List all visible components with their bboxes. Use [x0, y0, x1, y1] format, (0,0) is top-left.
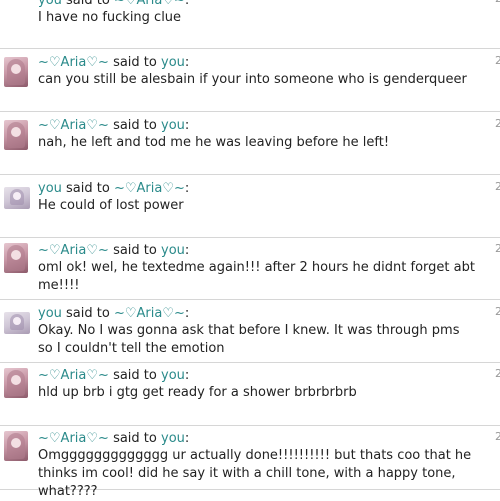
message-header: you said to ~♡Aria♡~: [38, 0, 189, 9]
colon: : [184, 118, 190, 133]
avatar[interactable] [4, 120, 28, 150]
message-text: oml ok! wel, he textedme again!!! after … [38, 260, 475, 293]
said-to-label: said to [113, 118, 157, 133]
message-item: ~♡Aria♡~ said to you: 2 can you still be… [0, 49, 500, 112]
recipient-name[interactable]: you [161, 431, 185, 446]
avatar[interactable] [4, 57, 28, 87]
recipient-name[interactable]: ~♡Aria♡~ [114, 306, 185, 321]
said-to-label: said to [66, 0, 110, 8]
message-header: ~♡Aria♡~ said to you: [38, 54, 189, 71]
avatar[interactable] [4, 187, 30, 209]
sender-name[interactable]: ~♡Aria♡~ [38, 368, 109, 383]
message-text: He could of lost power [38, 198, 184, 213]
avatar-face [11, 438, 21, 448]
message-item: you said to ~♡Aria♡~: 2 I have no fuckin… [0, 0, 500, 49]
message-header: ~♡Aria♡~ said to you: [38, 242, 189, 259]
message-item: ~♡Aria♡~ said to you: 2 hld up brb i gtg… [0, 363, 500, 426]
message-header: ~♡Aria♡~ said to you: [38, 117, 189, 134]
colon: : [184, 181, 190, 196]
message-item: you said to ~♡Aria♡~: 2 Okay. No I was g… [0, 300, 500, 363]
message-item: ~♡Aria♡~ said to you: 2 Omggggggggggggg … [0, 426, 500, 499]
said-to-label: said to [66, 306, 110, 321]
message-text: Okay. No I was gonna ask that before I k… [38, 323, 460, 356]
message-header: you said to ~♡Aria♡~: [38, 180, 189, 197]
message-header: ~♡Aria♡~ said to you: [38, 367, 189, 384]
recipient-name[interactable]: ~♡Aria♡~ [114, 0, 185, 8]
recipient-name[interactable]: you [161, 368, 185, 383]
avatar-face [11, 375, 21, 385]
sender-name[interactable]: ~♡Aria♡~ [38, 243, 109, 258]
colon: : [184, 0, 190, 8]
timestamp-fragment: 2 [495, 117, 500, 130]
colon: : [184, 243, 190, 258]
message-text: can you still be alesbain if your into s… [38, 72, 467, 87]
message-text: I have no fucking clue [38, 10, 182, 25]
said-to-label: said to [66, 181, 110, 196]
message-header: ~♡Aria♡~ said to you: [38, 430, 189, 447]
message-item: you said to ~♡Aria♡~: 2 He could of lost… [0, 175, 500, 238]
timestamp-fragment: 2 [495, 180, 500, 193]
message-text: nah, he left and tod me he was leaving b… [38, 135, 390, 150]
timestamp-fragment: 2 [495, 305, 500, 318]
colon: : [184, 368, 190, 383]
message-text: hld up brb i gtg get ready for a shower … [38, 385, 357, 400]
avatar-face [11, 250, 21, 260]
colon: : [184, 431, 190, 446]
avatar[interactable] [4, 431, 28, 461]
said-to-label: said to [113, 431, 157, 446]
recipient-name[interactable]: ~♡Aria♡~ [114, 181, 185, 196]
timestamp-fragment: 2 [495, 0, 500, 5]
message-header: you said to ~♡Aria♡~: [38, 305, 189, 322]
timestamp-fragment: 2 [495, 242, 500, 255]
message-item: ~♡Aria♡~ said to you: 2 nah, he left and… [0, 112, 500, 175]
said-to-label: said to [113, 55, 157, 70]
recipient-name[interactable]: you [161, 118, 185, 133]
sender-name[interactable]: you [38, 0, 62, 8]
avatar[interactable] [4, 312, 30, 334]
said-to-label: said to [113, 368, 157, 383]
timestamp-fragment: 2 [495, 430, 500, 443]
sender-name[interactable]: you [38, 306, 62, 321]
sender-name[interactable]: ~♡Aria♡~ [38, 431, 109, 446]
recipient-name[interactable]: you [161, 243, 185, 258]
message-item: ~♡Aria♡~ said to you: 2 oml ok! wel, he … [0, 238, 500, 300]
said-to-label: said to [113, 243, 157, 258]
avatar[interactable] [4, 243, 28, 273]
timestamp-fragment: 2 [495, 367, 500, 380]
sender-name[interactable]: ~♡Aria♡~ [38, 55, 109, 70]
timestamp-fragment: 2 [495, 54, 500, 67]
recipient-name[interactable]: you [161, 55, 185, 70]
sender-name[interactable]: ~♡Aria♡~ [38, 118, 109, 133]
avatar-face [11, 64, 21, 74]
avatar-face [13, 317, 21, 325]
colon: : [184, 55, 190, 70]
avatar-face [13, 192, 21, 200]
avatar[interactable] [4, 368, 28, 398]
colon: : [184, 306, 190, 321]
avatar-face [11, 127, 21, 137]
sender-name[interactable]: you [38, 181, 62, 196]
